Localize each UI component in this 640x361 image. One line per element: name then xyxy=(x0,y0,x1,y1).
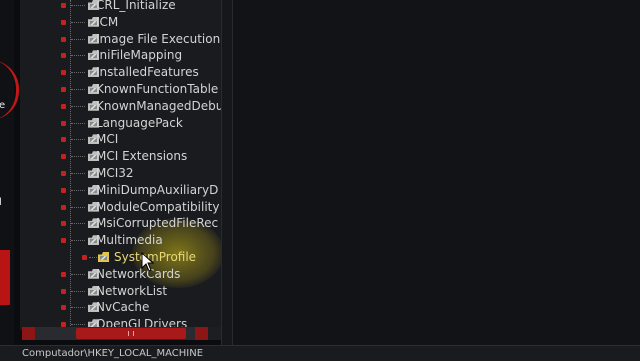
tree-item[interactable]: LanguagePack xyxy=(20,115,208,132)
registry-path: Computador\HKEY_LOCAL_MACHINE xyxy=(22,348,204,359)
left-background-strip: e l xyxy=(0,0,19,345)
tree-item-label: MiniDumpAuxiliaryD xyxy=(96,182,219,197)
tree-item-label: KnownManagedDebu xyxy=(96,98,221,113)
tree-connector xyxy=(71,156,85,158)
tree-item-label: LanguagePack xyxy=(96,115,183,130)
tree-item[interactable]: InstalledFeatures xyxy=(20,64,208,81)
tree-connector xyxy=(71,290,85,292)
tree-connector xyxy=(71,122,85,124)
tree-horizontal-scrollbar[interactable] xyxy=(22,327,208,340)
tree-connector xyxy=(89,257,99,258)
tree-item-label: ICM xyxy=(96,14,119,29)
scrollbar-corner xyxy=(208,327,221,340)
folder-icon xyxy=(98,252,109,262)
tree-connector xyxy=(71,55,85,57)
column-divider xyxy=(232,0,233,345)
tree-item-label: CRL_Initialize xyxy=(96,0,176,12)
tree-item[interactable]: IniFileMapping xyxy=(20,47,208,64)
tree-connector xyxy=(71,189,85,191)
tree-content: CRL_Initialize ICM Image File Execution Ini… xyxy=(20,0,221,330)
registry-values-pane[interactable] xyxy=(232,0,640,345)
tree-item[interactable]: NetworkList xyxy=(20,283,208,300)
expander-icon[interactable] xyxy=(61,187,66,193)
expander-icon[interactable] xyxy=(61,70,66,76)
tree-item[interactable]: MiniDumpAuxiliaryD xyxy=(20,182,218,199)
expander-icon[interactable] xyxy=(61,288,66,294)
expander-icon[interactable] xyxy=(61,154,66,160)
tree-item[interactable]: ICM xyxy=(20,14,208,31)
tree-connector xyxy=(71,223,85,225)
tree-connector xyxy=(71,206,85,208)
expander-icon[interactable] xyxy=(61,19,66,25)
status-bar: Computador\HKEY_LOCAL_MACHINE xyxy=(0,345,640,361)
tree-item[interactable]: NvCache xyxy=(20,299,208,316)
expander-icon[interactable] xyxy=(61,221,66,227)
expander-icon[interactable] xyxy=(61,87,66,92)
tree-item-label: NvCache xyxy=(96,300,150,315)
tree-item-label: MCI xyxy=(96,132,119,147)
tree-item[interactable]: SystemProfile xyxy=(20,249,208,266)
mouse-cursor-icon xyxy=(141,252,155,272)
tree-item-label: InstalledFeatures xyxy=(96,65,199,80)
tree-connector xyxy=(71,273,85,275)
tree-item[interactable]: MsiCorruptedFileRec xyxy=(20,215,218,232)
tree-item-label: KnownFunctionTable xyxy=(96,82,219,96)
pane-splitter[interactable] xyxy=(221,0,232,345)
horizontal-scroll-thumb[interactable] xyxy=(76,328,186,339)
tree-item-label: MCI32 xyxy=(96,166,134,180)
expander-icon[interactable] xyxy=(61,305,66,311)
scroll-left-button[interactable] xyxy=(22,327,35,340)
tree-item-label: Multimedia xyxy=(96,233,163,248)
tree-connector xyxy=(71,21,85,23)
expander-icon[interactable] xyxy=(61,3,66,8)
left-edge-text-2: l xyxy=(0,197,2,208)
tree-connector xyxy=(71,5,85,6)
tree-item[interactable]: KnownManagedDebu xyxy=(20,98,221,115)
expander-icon[interactable] xyxy=(61,103,66,109)
tree-item-label: MsiCorruptedFileRec xyxy=(96,216,219,231)
expander-icon[interactable] xyxy=(61,137,66,143)
expander-icon[interactable] xyxy=(61,120,66,126)
tree-item-label: Image File Execution xyxy=(96,31,221,46)
tree-item[interactable]: ModuleCompatibility xyxy=(20,199,219,216)
tree-item[interactable]: Multimedia xyxy=(20,232,208,249)
tree-item[interactable]: MCI Extensions xyxy=(20,148,208,165)
tree-item-label: NetworkList xyxy=(96,283,168,298)
tree-connector xyxy=(71,38,85,40)
tree-connector xyxy=(71,173,85,174)
tree-item[interactable]: Image File Execution xyxy=(20,31,220,48)
expander-icon[interactable] xyxy=(61,53,66,59)
tree-connector xyxy=(71,72,85,74)
scroll-right-button[interactable] xyxy=(195,327,208,340)
tree-connector xyxy=(71,307,85,309)
tree-item[interactable]: KnownFunctionTable xyxy=(20,81,218,98)
expander-icon[interactable] xyxy=(61,238,66,244)
tree-item[interactable]: MCI32 xyxy=(20,165,208,182)
tree-item[interactable]: CRL_Initialize xyxy=(20,0,208,14)
tree-item-label: IniFileMapping xyxy=(96,48,183,63)
expander-icon[interactable] xyxy=(61,271,66,277)
decorative-red-bar xyxy=(0,250,10,305)
tree-item-label: MCI Extensions xyxy=(96,149,188,164)
tree-connector xyxy=(71,324,85,326)
expander-icon[interactable] xyxy=(61,204,66,210)
tree-item[interactable]: NetworkCards xyxy=(20,266,208,283)
tree-connector xyxy=(71,89,85,90)
tree-connector xyxy=(71,240,85,242)
tree-item-label: NetworkCards xyxy=(96,266,181,281)
registry-key-tree[interactable]: CRL_Initialize ICM Image File Execution Ini… xyxy=(20,0,221,330)
tree-item[interactable]: MCI xyxy=(20,131,208,148)
tree-item-label: ModuleCompatibility xyxy=(96,199,220,214)
tree-connector xyxy=(71,139,85,141)
expander-icon[interactable] xyxy=(82,255,87,260)
tree-connector xyxy=(71,105,85,107)
expander-icon[interactable] xyxy=(61,171,66,176)
expander-icon[interactable] xyxy=(61,36,66,42)
decorative-red-arc xyxy=(0,60,19,120)
